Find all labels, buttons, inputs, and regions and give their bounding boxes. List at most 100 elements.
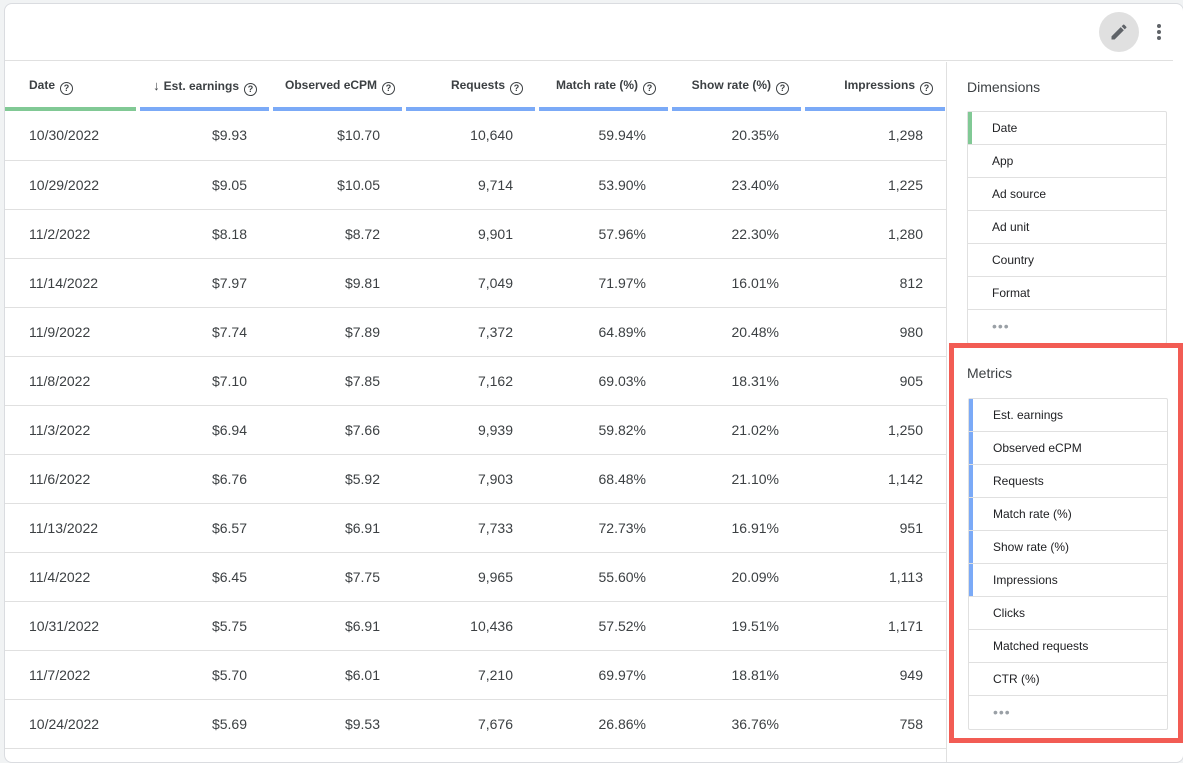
column-header-requests[interactable]: Requests? [404, 62, 537, 111]
table-cell: 26.86% [537, 699, 670, 749]
help-icon[interactable]: ? [382, 82, 396, 95]
dimensions-more-button[interactable]: ••• [968, 310, 1166, 343]
column-header-match-rate[interactable]: Match rate (%)? [537, 62, 670, 111]
table-cell: $5.69 [138, 699, 271, 749]
table-cell: 18.81% [670, 650, 803, 700]
table-cell: 16.91% [670, 503, 803, 553]
report-table: Date? ↓ Est. earnings? Observed eCPM? Reques… [5, 62, 947, 749]
table-cell: 10,436 [404, 601, 537, 651]
table-cell: 21.02% [670, 405, 803, 455]
table-cell: 7,372 [404, 307, 537, 357]
table-cell: 1,298 [803, 111, 947, 161]
table-row: 10/29/2022 $9.05 $10.05 9,714 53.90% 23.40% 1,… [5, 160, 947, 210]
metrics-item-impressions[interactable]: Impressions [969, 564, 1167, 597]
table-row: 11/14/2022 $7.97 $9.81 7,049 71.97% 16.01% 812 [5, 258, 947, 308]
help-icon[interactable]: ? [244, 82, 257, 96]
table-cell: 23.40% [670, 160, 803, 210]
dimensions-item-date[interactable]: Date [968, 112, 1166, 145]
table-cell: 57.96% [537, 209, 670, 259]
pencil-icon [1111, 24, 1127, 40]
table-cell: 7,049 [404, 258, 537, 308]
column-color-bar [672, 107, 801, 111]
column-header-impressions[interactable]: Impressions? [803, 62, 947, 111]
table-cell: $6.94 [138, 405, 271, 455]
column-color-bar [273, 107, 402, 111]
metrics-item-requests[interactable]: Requests [969, 465, 1167, 498]
help-icon[interactable]: ? [920, 82, 933, 95]
help-icon[interactable]: ? [776, 82, 789, 95]
help-icon[interactable]: ? [60, 82, 74, 95]
table-cell: 951 [803, 503, 947, 553]
table-cell: 758 [803, 699, 947, 749]
dimensions-panel: Dimensions Date App Ad source Ad unit Countr… [967, 62, 1167, 344]
table-row: 11/13/2022 $6.57 $6.91 7,733 72.73% 16.91% 951 [5, 503, 947, 553]
dimensions-list: Date App Ad source Ad unit Country Format ••• [967, 111, 1167, 344]
table-cell: $9.81 [271, 258, 404, 308]
column-header-show-rate[interactable]: Show rate (%)? [670, 62, 803, 111]
metrics-item-observed-ecpm[interactable]: Observed eCPM [969, 432, 1167, 465]
metrics-item-show-rate[interactable]: Show rate (%) [969, 531, 1167, 564]
table-row: 11/2/2022 $8.18 $8.72 9,901 57.96% 22.30% 1,28… [5, 209, 947, 259]
table-cell: 11/8/2022 [5, 356, 138, 406]
table-cell: 10/29/2022 [5, 160, 138, 210]
table-cell: 69.03% [537, 356, 670, 406]
table-cell: 1,142 [803, 454, 947, 504]
table-cell: 64.89% [537, 307, 670, 357]
help-icon[interactable]: ? [643, 82, 656, 95]
table-cell: $10.70 [271, 111, 404, 161]
table-cell: 20.35% [670, 111, 803, 161]
metrics-item-matched-requests[interactable]: Matched requests [969, 630, 1167, 663]
dimensions-item-ad-unit[interactable]: Ad unit [968, 211, 1166, 244]
table-cell: $5.70 [138, 650, 271, 700]
table-cell: $6.91 [271, 601, 404, 651]
table-cell: 9,965 [404, 552, 537, 602]
table-row: 11/9/2022 $7.74 $7.89 7,372 64.89% 20.48% 980 [5, 307, 947, 357]
table-cell: $5.75 [138, 601, 271, 651]
column-header-label: Match rate (%) [555, 78, 638, 92]
table-row: 10/24/2022 $5.69 $9.53 7,676 26.86% 36.76% 758 [5, 699, 947, 749]
metrics-item-clicks[interactable]: Clicks [969, 597, 1167, 630]
report-table-container: Date? ↓ Est. earnings? Observed eCPM? Reques… [5, 62, 947, 762]
column-header-label: Observed eCPM [285, 78, 378, 92]
column-header-date[interactable]: Date? [5, 62, 138, 111]
table-cell: 980 [803, 307, 947, 357]
table-cell: $8.72 [271, 209, 404, 259]
table-cell: 11/14/2022 [5, 258, 138, 308]
table-cell: 7,210 [404, 650, 537, 700]
table-cell: $7.75 [271, 552, 404, 602]
dimensions-item-app[interactable]: App [968, 145, 1166, 178]
table-cell: 1,280 [803, 209, 947, 259]
column-header-observed-ecpm[interactable]: Observed eCPM? [271, 62, 404, 111]
table-cell: 7,733 [404, 503, 537, 553]
column-color-bar [805, 107, 945, 111]
dimensions-item-ad-source[interactable]: Ad source [968, 178, 1166, 211]
table-cell: $5.92 [271, 454, 404, 504]
table-cell: 57.52% [537, 601, 670, 651]
table-cell: 69.97% [537, 650, 670, 700]
edit-button[interactable] [1099, 12, 1139, 52]
column-header-label: Show rate (%) [691, 78, 771, 92]
table-cell: $7.74 [138, 307, 271, 357]
report-toolbar [5, 4, 1173, 61]
metrics-item-match-rate[interactable]: Match rate (%) [969, 498, 1167, 531]
column-header-est-earnings[interactable]: ↓ Est. earnings? [138, 62, 271, 111]
metrics-item-ctr[interactable]: CTR (%) [969, 663, 1167, 696]
dimensions-item-format[interactable]: Format [968, 277, 1166, 310]
metrics-more-button[interactable]: ••• [969, 696, 1167, 729]
more-options-button[interactable] [1149, 16, 1169, 48]
column-header-label: Requests [450, 78, 505, 92]
table-cell: 10,640 [404, 111, 537, 161]
table-cell: $9.05 [138, 160, 271, 210]
table-cell: 36.76% [670, 699, 803, 749]
table-cell: 9,939 [404, 405, 537, 455]
dimensions-item-country[interactable]: Country [968, 244, 1166, 277]
table-header-row: Date? ↓ Est. earnings? Observed eCPM? Reques… [5, 62, 947, 111]
more-vert-icon [1157, 24, 1161, 40]
dimensions-title: Dimensions [967, 79, 1041, 95]
table-cell: 59.82% [537, 405, 670, 455]
metrics-item-est-earnings[interactable]: Est. earnings [969, 399, 1167, 432]
help-icon[interactable]: ? [510, 82, 523, 95]
column-color-bar [140, 107, 269, 111]
table-cell: $7.85 [271, 356, 404, 406]
table-cell: 19.51% [670, 601, 803, 651]
